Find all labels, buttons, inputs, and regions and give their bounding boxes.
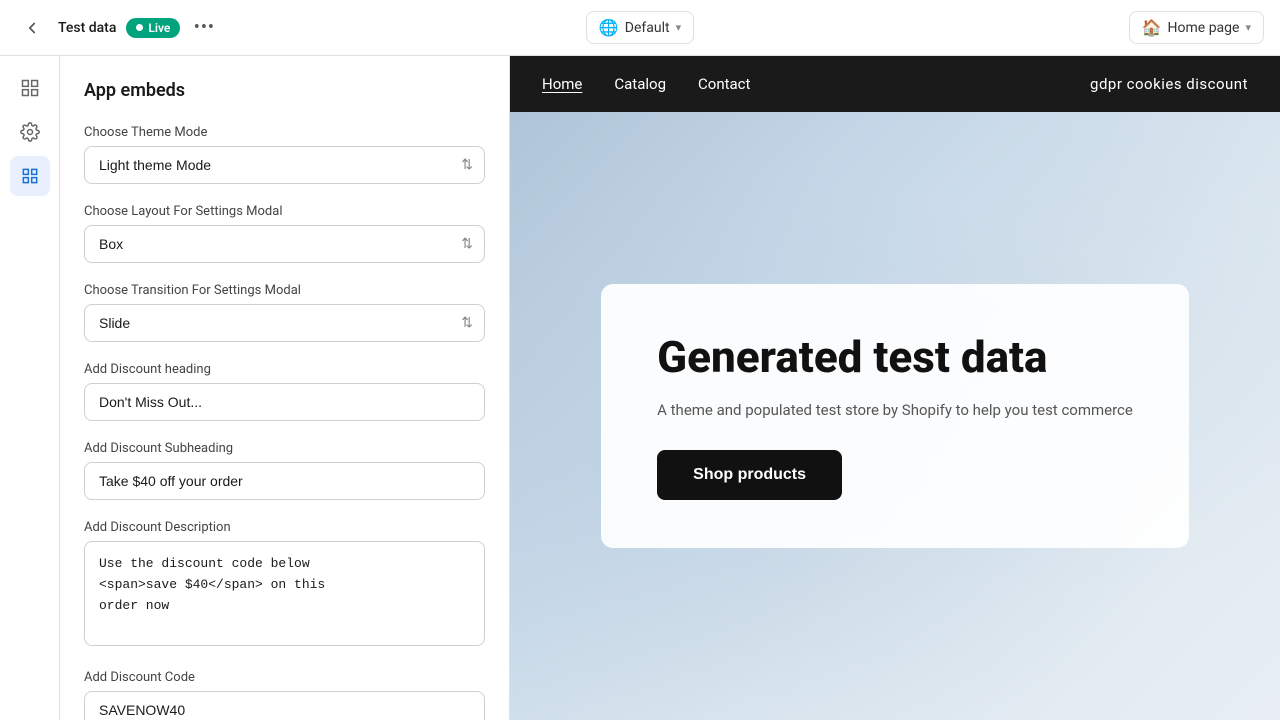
select-wrapper-layout: BoxSidebarFullscreen⇅ [84, 225, 485, 263]
live-dot [136, 24, 143, 31]
nav-right: gdpr cookies discount [1090, 75, 1248, 93]
field-group-discount_subheading: Add Discount Subheading [84, 441, 485, 500]
sidebar-item-layout[interactable] [10, 68, 50, 108]
field-label-theme_mode: Choose Theme Mode [84, 125, 485, 140]
nav-link-catalog[interactable]: Catalog [614, 75, 666, 93]
select-transition[interactable]: SlideFadeNone [84, 304, 485, 342]
nav-link-home[interactable]: Home [542, 75, 582, 93]
shop-products-button[interactable]: Shop products [657, 450, 842, 500]
field-group-theme_mode: Choose Theme Mode Light theme ModeDark th… [84, 125, 485, 184]
select-layout[interactable]: BoxSidebarFullscreen [84, 225, 485, 263]
select-wrapper-transition: SlideFadeNone⇅ [84, 304, 485, 342]
settings-panel: App embeds Choose Theme Mode Light theme … [60, 56, 510, 720]
home-page-dropdown[interactable]: 🏠 Home page ▾ [1129, 11, 1264, 44]
chevron-down-icon: ▾ [676, 21, 682, 34]
field-group-transition: Choose Transition For Settings Modal Slid… [84, 283, 485, 342]
nav-links: Home Catalog Contact [542, 75, 750, 93]
hero-subtitle: A theme and populated test store by Shop… [657, 399, 1133, 422]
sidebar-icons [0, 56, 60, 720]
field-label-discount_code: Add Discount Code [84, 670, 485, 685]
field-group-discount_heading: Add Discount heading [84, 362, 485, 421]
select-wrapper-theme_mode: Light theme ModeDark theme Mode⇅ [84, 146, 485, 184]
input-discount_heading[interactable] [84, 383, 485, 421]
topbar: Test data Live ••• 🌐 Default ▾ 🏠 Home pa… [0, 0, 1280, 56]
hero-title: Generated test data [657, 332, 1133, 383]
hero-card: Generated test data A theme and populate… [601, 284, 1189, 547]
field-label-discount_heading: Add Discount heading [84, 362, 485, 377]
field-label-layout: Choose Layout For Settings Modal [84, 204, 485, 219]
input-discount_code[interactable] [84, 691, 485, 720]
sidebar-item-apps[interactable] [10, 156, 50, 196]
preview-panel: Home Catalog Contact gdpr cookies discount… [510, 56, 1280, 720]
default-dropdown[interactable]: 🌐 Default ▾ [586, 11, 694, 44]
nav-link-contact[interactable]: Contact [698, 75, 750, 93]
live-badge: Live [126, 18, 180, 38]
field-group-discount_description: Add Discount Description [84, 520, 485, 650]
default-label: Default [625, 20, 670, 36]
field-group-discount_code: Add Discount Code [84, 670, 485, 720]
home-page-label: Home page [1168, 20, 1240, 36]
page-title: Test data [58, 20, 116, 36]
topbar-right: 🏠 Home page ▾ [856, 11, 1264, 44]
field-label-discount_subheading: Add Discount Subheading [84, 441, 485, 456]
topbar-center: 🌐 Default ▾ [436, 11, 844, 44]
home-icon: 🏠 [1142, 18, 1162, 37]
fields-container: Choose Theme Mode Light theme ModeDark th… [84, 125, 485, 720]
panel-title: App embeds [84, 80, 485, 101]
select-theme_mode[interactable]: Light theme ModeDark theme Mode [84, 146, 485, 184]
input-discount_subheading[interactable] [84, 462, 485, 500]
preview-hero: Generated test data A theme and populate… [510, 112, 1280, 720]
textarea-discount_description[interactable] [84, 541, 485, 646]
field-group-layout: Choose Layout For Settings Modal BoxSideb… [84, 204, 485, 263]
main-layout: App embeds Choose Theme Mode Light theme … [0, 56, 1280, 720]
back-button[interactable] [16, 12, 48, 44]
live-label: Live [148, 21, 170, 35]
field-label-discount_description: Add Discount Description [84, 520, 485, 535]
more-button[interactable]: ••• [190, 14, 218, 42]
field-label-transition: Choose Transition For Settings Modal [84, 283, 485, 298]
globe-icon: 🌐 [599, 18, 619, 37]
preview-nav: Home Catalog Contact gdpr cookies discount [510, 56, 1280, 112]
sidebar-item-settings[interactable] [10, 112, 50, 152]
chevron-down-icon: ▾ [1245, 21, 1251, 34]
topbar-left: Test data Live ••• [16, 12, 424, 44]
